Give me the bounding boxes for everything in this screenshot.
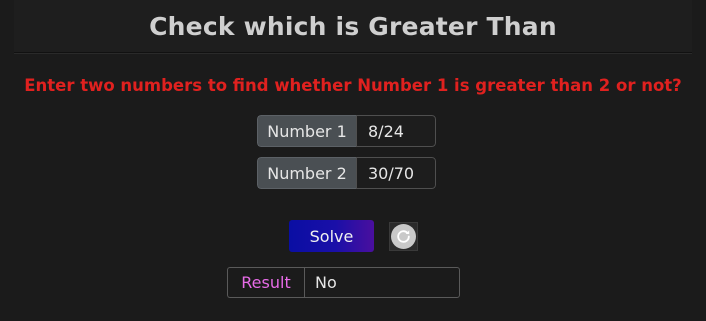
number1-label: Number 1 — [257, 115, 356, 147]
page-header: Check which is Greater Than — [14, 0, 692, 53]
number2-label: Number 2 — [257, 157, 356, 189]
result-group: Result No — [227, 267, 460, 298]
reset-button[interactable] — [389, 222, 418, 251]
number1-input[interactable] — [356, 115, 436, 147]
number2-input-group: Number 2 — [257, 157, 436, 189]
instruction-text: Enter two numbers to find whether Number… — [24, 76, 682, 95]
result-label: Result — [227, 267, 304, 298]
calculator-page: Check which is Greater Than Enter two nu… — [0, 0, 706, 321]
solve-button[interactable]: Solve — [289, 220, 374, 252]
number1-input-group: Number 1 — [257, 115, 436, 147]
page-title: Check which is Greater Than — [149, 11, 557, 41]
result-value: No — [304, 267, 460, 298]
number2-input[interactable] — [356, 157, 436, 189]
refresh-icon — [391, 224, 416, 249]
